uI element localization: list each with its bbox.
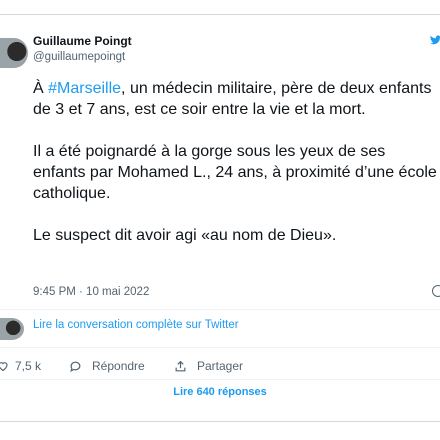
author-name[interactable]: Guillaume Poingt (33, 34, 132, 48)
share-button[interactable]: Partager (174, 359, 243, 373)
author-handle[interactable]: @guillaumepoingt (33, 51, 125, 63)
share-label: Partager (197, 359, 244, 373)
like-button[interactable]: 7,5 k (0, 359, 41, 373)
author-avatar[interactable] (0, 38, 28, 68)
hashtag-link[interactable]: #Marseille (48, 80, 121, 97)
conversation-avatar (0, 318, 24, 340)
reply-label: Répondre (92, 359, 145, 373)
read-replies-link[interactable]: Lire 640 réponses (0, 386, 440, 398)
tweet-paragraph-2: Il a été poignardé à la gorge sous les y… (33, 143, 437, 202)
twitter-bird-icon[interactable] (430, 34, 440, 46)
read-conversation-link[interactable]: Lire la conversation complète sur Twitte… (33, 319, 239, 331)
tweet-body: À #Marseille, un médecin militaire, père… (33, 78, 437, 246)
tweet-paragraph-3: Le suspect dit avoir agi «au nom de Dieu… (33, 227, 337, 244)
paragraph-prefix: À (33, 80, 49, 97)
divider (0, 379, 440, 380)
divider (0, 309, 440, 310)
info-icon[interactable] (432, 285, 440, 297)
reply-button[interactable]: Répondre (69, 359, 145, 373)
share-icon (175, 360, 186, 371)
tweet-paragraph-1: À #Marseille, un médecin militaire, père… (33, 78, 437, 120)
heart-icon (0, 362, 8, 372)
like-count: 7,5 k (15, 359, 42, 373)
reply-icon (70, 361, 81, 372)
divider (0, 347, 440, 348)
tweet-timestamp[interactable]: 9:45 PM · 10 mai 2022 (33, 286, 149, 298)
